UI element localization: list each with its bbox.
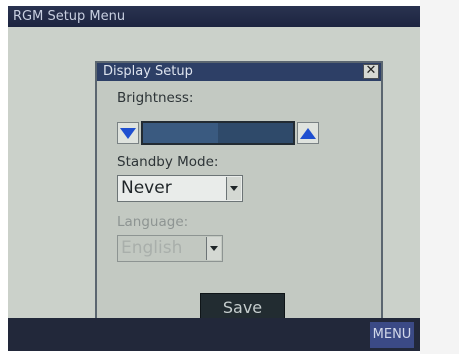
chevron-down-icon: [230, 186, 238, 191]
close-button[interactable]: ✕: [363, 64, 379, 79]
standby-dropdown-button[interactable]: [226, 177, 241, 200]
language-value: English: [121, 238, 183, 258]
triangle-up-icon: [300, 128, 316, 139]
app-title: RGM Setup Menu: [13, 9, 126, 24]
language-dropdown-button[interactable]: [206, 237, 221, 260]
desktop-area: Display Setup ✕ Brightness: Standby Mode…: [8, 27, 420, 333]
standby-mode-dropdown[interactable]: Never: [117, 175, 243, 202]
language-label: Language:: [117, 214, 189, 230]
taskbar: MENU: [8, 318, 420, 351]
dialog-titlebar: Display Setup ✕: [97, 63, 381, 81]
brightness-label: Brightness:: [117, 90, 194, 106]
triangle-down-icon: [120, 128, 136, 139]
dialog-title: Display Setup: [103, 64, 193, 79]
screen-bezel: [420, 0, 459, 354]
brightness-slider[interactable]: [141, 121, 295, 145]
menu-button[interactable]: MENU: [370, 322, 414, 348]
language-dropdown[interactable]: English: [117, 235, 223, 262]
close-icon: ✕: [365, 63, 377, 78]
standby-mode-label: Standby Mode:: [117, 154, 219, 170]
chevron-down-icon: [210, 246, 218, 251]
brightness-increase-button[interactable]: [297, 122, 319, 144]
brightness-level-fill: [143, 123, 218, 143]
brightness-decrease-button[interactable]: [117, 122, 139, 144]
standby-mode-value: Never: [121, 178, 172, 198]
display-setup-dialog: Display Setup ✕ Brightness: Standby Mode…: [95, 61, 383, 333]
device-screen: RGM Setup Menu Display Setup ✕ Brightnes…: [8, 6, 420, 351]
app-titlebar: RGM Setup Menu: [8, 6, 420, 27]
